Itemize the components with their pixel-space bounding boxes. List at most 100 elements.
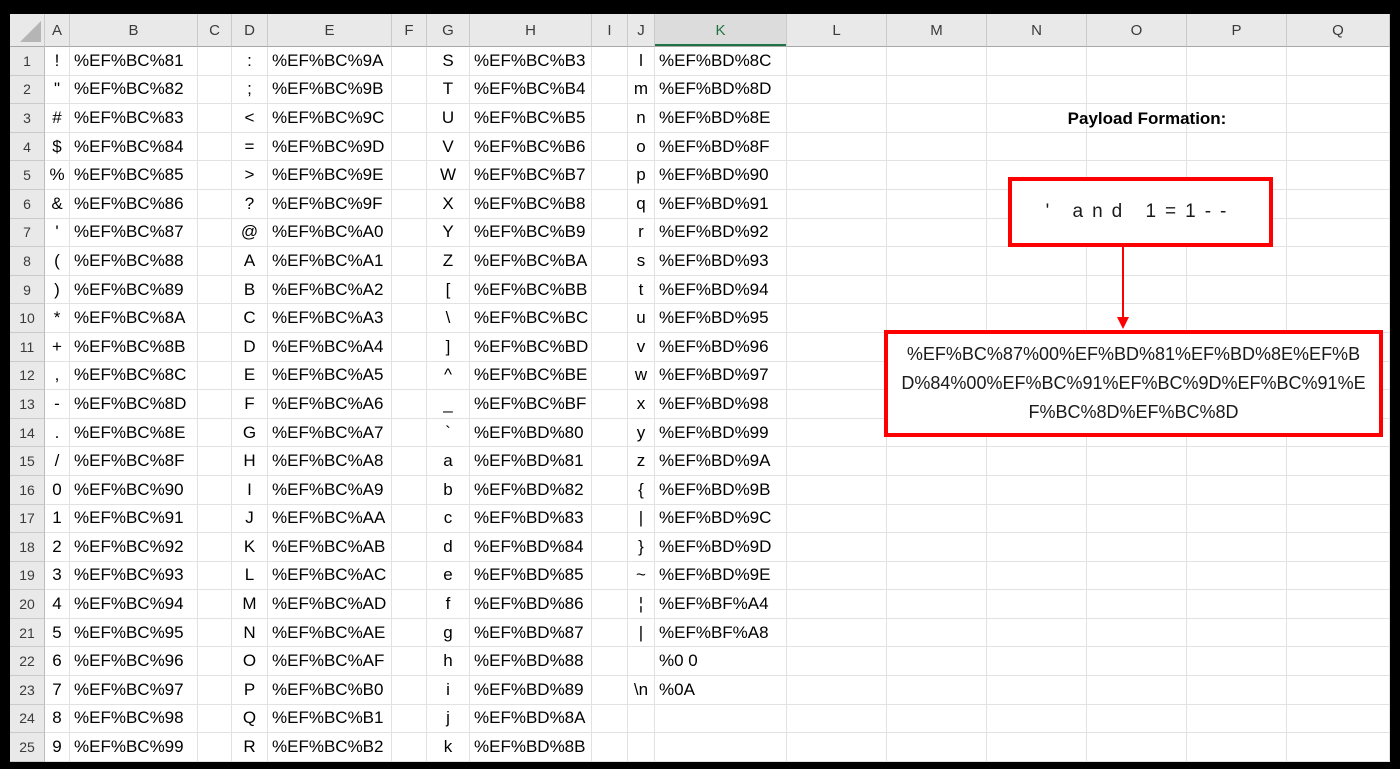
cell-L9[interactable] <box>787 275 887 305</box>
cell-G8[interactable]: Z <box>427 247 470 276</box>
cell-L4[interactable] <box>787 132 887 162</box>
cell-O25[interactable] <box>1087 733 1187 762</box>
cell-A18[interactable]: 2 <box>45 533 70 562</box>
cell-D21[interactable]: N <box>232 618 268 648</box>
cell-B21[interactable]: %EF%BC%95 <box>70 618 198 648</box>
cell-G23[interactable]: i <box>427 676 470 705</box>
cell-K6[interactable]: %EF%BD%91 <box>655 189 787 219</box>
cell-P21[interactable] <box>1187 618 1287 648</box>
cell-E1[interactable]: %EF%BC%9A <box>268 47 392 76</box>
cell-A23[interactable]: 7 <box>45 676 70 705</box>
cell-Q2[interactable] <box>1287 75 1390 105</box>
cell-O8[interactable] <box>1087 247 1187 276</box>
cell-L1[interactable] <box>787 47 887 76</box>
cell-C21[interactable] <box>198 618 232 648</box>
cell-F15[interactable] <box>392 447 427 476</box>
row-header-6[interactable]: 6 <box>10 189 45 219</box>
cell-I7[interactable] <box>592 218 628 248</box>
column-header-Q[interactable]: Q <box>1287 14 1390 47</box>
cell-Q1[interactable] <box>1287 47 1390 76</box>
cell-D3[interactable]: < <box>232 104 268 133</box>
cell-B24[interactable]: %EF%BC%98 <box>70 704 198 734</box>
cell-I10[interactable] <box>592 304 628 333</box>
cell-C23[interactable] <box>198 676 232 705</box>
cell-Q4[interactable] <box>1287 132 1390 162</box>
row-header-14[interactable]: 14 <box>10 418 45 448</box>
cell-D6[interactable]: ? <box>232 189 268 219</box>
cell-O17[interactable] <box>1087 504 1187 534</box>
cell-C25[interactable] <box>198 733 232 762</box>
cell-K2[interactable]: %EF%BD%8D <box>655 75 787 105</box>
cell-J11[interactable]: v <box>628 332 655 362</box>
cell-B23[interactable]: %EF%BC%97 <box>70 676 198 705</box>
cell-L14[interactable] <box>787 418 887 448</box>
cell-Q5[interactable] <box>1287 161 1390 190</box>
cell-L20[interactable] <box>787 590 887 619</box>
cell-J23[interactable]: \n <box>628 676 655 705</box>
cell-G4[interactable]: V <box>427 132 470 162</box>
row-header-15[interactable]: 15 <box>10 447 45 476</box>
cell-H9[interactable]: %EF%BC%BB <box>470 275 592 305</box>
cell-H6[interactable]: %EF%BC%B8 <box>470 189 592 219</box>
cell-G25[interactable]: k <box>427 733 470 762</box>
cell-J6[interactable]: q <box>628 189 655 219</box>
cell-E17[interactable]: %EF%BC%AA <box>268 504 392 534</box>
cell-O19[interactable] <box>1087 561 1187 591</box>
cell-A24[interactable]: 8 <box>45 704 70 734</box>
cell-I12[interactable] <box>592 361 628 391</box>
cell-C17[interactable] <box>198 504 232 534</box>
cell-K20[interactable]: %EF%BF%A4 <box>655 590 787 619</box>
cell-F5[interactable] <box>392 161 427 190</box>
cell-L12[interactable] <box>787 361 887 391</box>
cell-L21[interactable] <box>787 618 887 648</box>
cell-G18[interactable]: d <box>427 533 470 562</box>
cell-M19[interactable] <box>887 561 987 591</box>
cell-B1[interactable]: %EF%BC%81 <box>70 47 198 76</box>
cell-E8[interactable]: %EF%BC%A1 <box>268 247 392 276</box>
cell-L5[interactable] <box>787 161 887 190</box>
cell-E18[interactable]: %EF%BC%AB <box>268 533 392 562</box>
cell-B18[interactable]: %EF%BC%92 <box>70 533 198 562</box>
cell-K19[interactable]: %EF%BD%9E <box>655 561 787 591</box>
cell-E6[interactable]: %EF%BC%9F <box>268 189 392 219</box>
cell-F1[interactable] <box>392 47 427 76</box>
cell-I1[interactable] <box>592 47 628 76</box>
cell-M17[interactable] <box>887 504 987 534</box>
cell-K15[interactable]: %EF%BD%9A <box>655 447 787 476</box>
cell-Q21[interactable] <box>1287 618 1390 648</box>
cell-G7[interactable]: Y <box>427 218 470 248</box>
cell-O9[interactable] <box>1087 275 1187 305</box>
cell-P8[interactable] <box>1187 247 1287 276</box>
cell-E16[interactable]: %EF%BC%A9 <box>268 475 392 505</box>
cell-A15[interactable]: / <box>45 447 70 476</box>
row-header-5[interactable]: 5 <box>10 161 45 190</box>
cell-J25[interactable] <box>628 733 655 762</box>
cell-G15[interactable]: a <box>427 447 470 476</box>
cell-D11[interactable]: D <box>232 332 268 362</box>
cell-G17[interactable]: c <box>427 504 470 534</box>
cell-B13[interactable]: %EF%BC%8D <box>70 390 198 419</box>
cell-H7[interactable]: %EF%BC%B9 <box>470 218 592 248</box>
cell-P20[interactable] <box>1187 590 1287 619</box>
cell-P16[interactable] <box>1187 475 1287 505</box>
cell-F17[interactable] <box>392 504 427 534</box>
cell-J10[interactable]: u <box>628 304 655 333</box>
cell-K11[interactable]: %EF%BD%96 <box>655 332 787 362</box>
cell-M18[interactable] <box>887 533 987 562</box>
cell-D16[interactable]: I <box>232 475 268 505</box>
column-header-N[interactable]: N <box>987 14 1087 47</box>
cell-L10[interactable] <box>787 304 887 333</box>
cell-B16[interactable]: %EF%BC%90 <box>70 475 198 505</box>
cell-I17[interactable] <box>592 504 628 534</box>
row-header-18[interactable]: 18 <box>10 533 45 562</box>
payload-formation-title[interactable]: Payload Formation: <box>877 105 1390 132</box>
cell-J2[interactable]: m <box>628 75 655 105</box>
cell-G16[interactable]: b <box>427 475 470 505</box>
row-header-9[interactable]: 9 <box>10 275 45 305</box>
cell-I2[interactable] <box>592 75 628 105</box>
cell-F9[interactable] <box>392 275 427 305</box>
cell-F20[interactable] <box>392 590 427 619</box>
cell-B5[interactable]: %EF%BC%85 <box>70 161 198 190</box>
cell-F11[interactable] <box>392 332 427 362</box>
cell-M15[interactable] <box>887 447 987 476</box>
